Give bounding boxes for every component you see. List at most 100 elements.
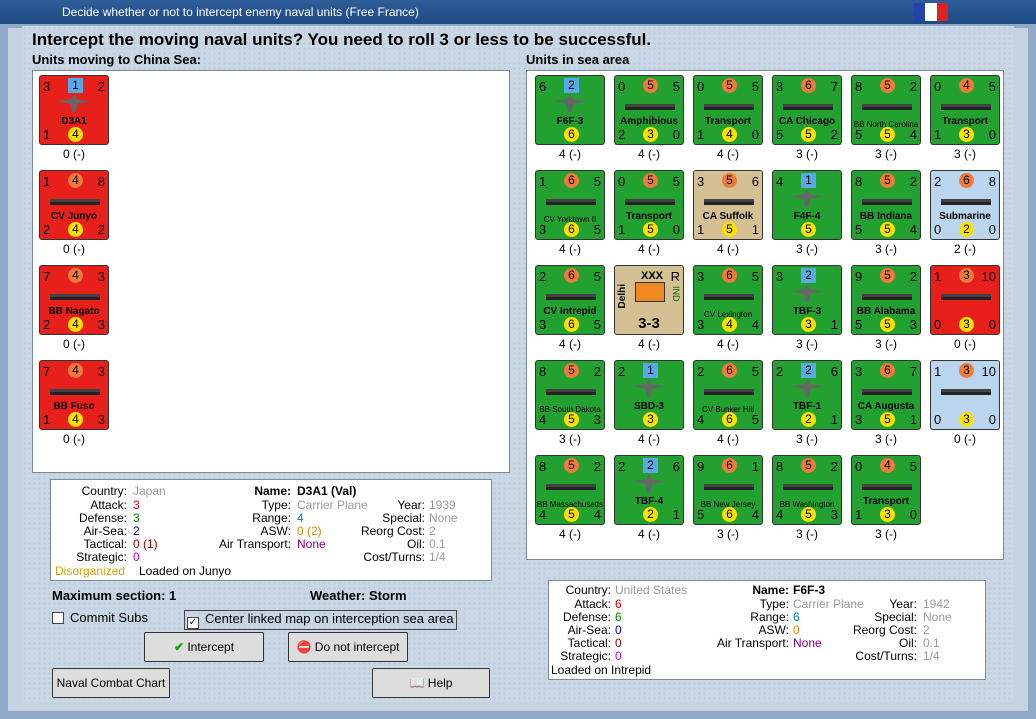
unit-counter[interactable]: 2 1 3 SBD-3 (614, 360, 684, 430)
ship-icon (50, 290, 100, 300)
unit-counter[interactable]: 4 1 5 F4F-4 (772, 170, 842, 240)
type-label: Type: (759, 597, 789, 611)
help-button[interactable]: 📖 Help (372, 668, 490, 698)
unit-counter[interactable]: 3 5 6 1 5 1 CA Suffolk (693, 170, 763, 240)
counter-bl: 2 (43, 317, 51, 332)
counter-tr: 10 (981, 364, 996, 379)
defense-label: Defense: (78, 511, 127, 525)
unit-counter[interactable]: 2 6 5 3 6 5 CV Intrepid (535, 265, 605, 335)
unit-status: 0 (-) (63, 337, 85, 351)
unit-counter[interactable]: 8 5 2 4 5 4 BB Massachusetts (535, 455, 605, 525)
unit-counter[interactable]: 2 2 6 2 1 TBF-4 (614, 455, 684, 525)
counter-br: 2 (830, 127, 838, 142)
counter-br: 0 (988, 412, 996, 427)
unit-counter[interactable]: 7 4 3 2 4 3 BB Nagato (39, 265, 109, 335)
counter-bl: 1 (43, 412, 51, 427)
counter-tc: 5 (564, 363, 579, 378)
unit-status: 3 (-) (796, 337, 818, 351)
checkbox-box[interactable] (52, 612, 64, 624)
unit-status: 4 (-) (559, 147, 581, 161)
counter-tr: 6 (830, 364, 838, 379)
unit-status: 4 (-) (638, 432, 660, 446)
air-transport-value: None (793, 636, 822, 650)
counter-tr: 7 (909, 364, 917, 379)
ship-icon (704, 195, 754, 205)
france-flag-icon (914, 3, 948, 21)
unit-counter[interactable]: 2 2 6 2 1 TBF-1 (772, 360, 842, 430)
counter-tc: 1 (643, 363, 658, 378)
counter-tc: 4 (959, 78, 974, 93)
unit-counter[interactable]: 6 2 6 F6F-3 (535, 75, 605, 145)
center-map-checkbox[interactable]: ✓ Center linked map on interception sea a… (184, 610, 457, 630)
attack-label: Attack: (90, 498, 127, 512)
oil-label: Oil: (407, 537, 425, 551)
unit-counter[interactable]: 2 6 8 0 2 0 Submarine (930, 170, 1000, 240)
reorg-label: Reorg Cost: (852, 623, 917, 637)
counter-tr: 2 (909, 174, 917, 189)
counter-bl: 1 (618, 222, 626, 237)
unit-counter[interactable]: 1 4 8 2 4 2 CV Junyo (39, 170, 109, 240)
unit-counter[interactable]: 0 4 5 1 3 0 Transport (930, 75, 1000, 145)
ship-icon (783, 100, 833, 110)
unit-counter[interactable]: 3 6 7 3 5 1 CA Augusta (851, 360, 921, 430)
ship-icon (941, 195, 991, 205)
type-value: Carrier Plane (297, 498, 368, 512)
ship-icon (546, 480, 596, 490)
checkmark-icon[interactable]: ✓ (187, 617, 199, 629)
unit-counter[interactable]: 1 3 10 0 3 0 (930, 360, 1000, 430)
unit-counter[interactable]: 0 5 5 1 4 0 Transport (693, 75, 763, 145)
counter-tr: 5 (988, 79, 996, 94)
unit-counter[interactable]: XXX R Delhi IND 3-3 (614, 265, 684, 335)
unit-counter[interactable]: 1 3 10 0 3 0 (930, 265, 1000, 335)
unit-counter[interactable]: 8 5 2 5 5 4 BB North Carolina (851, 75, 921, 145)
counter-tc: 6 (801, 78, 816, 93)
unit-counter[interactable]: 0 4 5 1 3 0 Transport (851, 455, 921, 525)
unit-counter[interactable]: 0 5 5 2 3 0 Amphibious (614, 75, 684, 145)
book-icon: 📖 (409, 676, 428, 690)
counter-tr: 5 (751, 269, 759, 284)
corps-size: XXX (641, 270, 664, 282)
counter-tc: 5 (880, 268, 895, 283)
attack-value: 3 (133, 498, 140, 512)
ship-icon (546, 385, 596, 395)
commit-subs-checkbox[interactable]: Commit Subs (52, 610, 148, 625)
plane-icon (633, 379, 665, 397)
unit-counter[interactable]: 7 4 3 1 4 3 BB Fuso (39, 360, 109, 430)
unit-name: CA Chicago (778, 116, 836, 127)
counter-br: 0 (672, 222, 680, 237)
do-not-intercept-button[interactable]: ⛔ Do not intercept (288, 632, 408, 662)
counter-tc: 4 (880, 458, 895, 473)
unit-counter[interactable]: 9 5 2 5 5 3 BB Alabama (851, 265, 921, 335)
unit-name: BB Indiana (859, 211, 913, 222)
cost-value: 1/4 (923, 649, 940, 663)
unit-counter[interactable]: 2 6 5 4 6 5 CV Bunker Hill (693, 360, 763, 430)
unit-counter[interactable]: 0 5 5 1 5 0 Transport (614, 170, 684, 240)
naval-combat-chart-button[interactable]: Naval Combat Chart (52, 668, 170, 698)
counter-tr: 5 (593, 174, 601, 189)
unit-counter[interactable]: 8 5 2 4 5 3 BB South Dakota (535, 360, 605, 430)
unit-counter[interactable]: 3 2 3 1 TBF-3 (772, 265, 842, 335)
unit-counter[interactable]: 3 6 7 5 5 2 CA Chicago (772, 75, 842, 145)
counter-tl: 2 (697, 364, 705, 379)
asw-label: ASW: (758, 623, 789, 637)
unit-name: BB New Jersey (700, 500, 756, 509)
unit-counter[interactable]: 3 6 5 3 4 4 CV Lexington (693, 265, 763, 335)
ship-icon (50, 195, 100, 205)
air-transport-value: None (297, 537, 326, 551)
left-unit-info: Country: Japan Attack: 3 Defense: 3 Air-Sea… (50, 479, 492, 581)
sea-units-panel: 6 2 6 F6F-3 4 (-) 0 5 5 2 3 0 Amphibious 4 (-) 0 5 5 1 4 0… (526, 70, 1004, 560)
unit-status: 3 (-) (954, 147, 976, 161)
intercept-button[interactable]: ✔ Intercept (144, 632, 264, 662)
unit-counter[interactable]: 8 5 2 4 5 3 BB Washington (772, 455, 842, 525)
cost-value: 1/4 (429, 550, 446, 564)
unit-name: CA Suffolk (702, 211, 754, 222)
defense-value: 3 (133, 511, 140, 525)
unit-counter[interactable]: 3 1 2 1 4 D3A1 (39, 75, 109, 145)
unit-counter[interactable]: 1 6 5 3 6 5 CV Yorktown II (535, 170, 605, 240)
ship-icon (704, 385, 754, 395)
unit-counter[interactable]: 9 6 1 5 6 4 BB New Jersey (693, 455, 763, 525)
unit-counter[interactable]: 8 5 2 5 5 4 BB Indiana (851, 170, 921, 240)
counter-br: 1 (672, 507, 680, 522)
ship-icon (625, 195, 675, 205)
counter-tr: 1 (751, 459, 759, 474)
